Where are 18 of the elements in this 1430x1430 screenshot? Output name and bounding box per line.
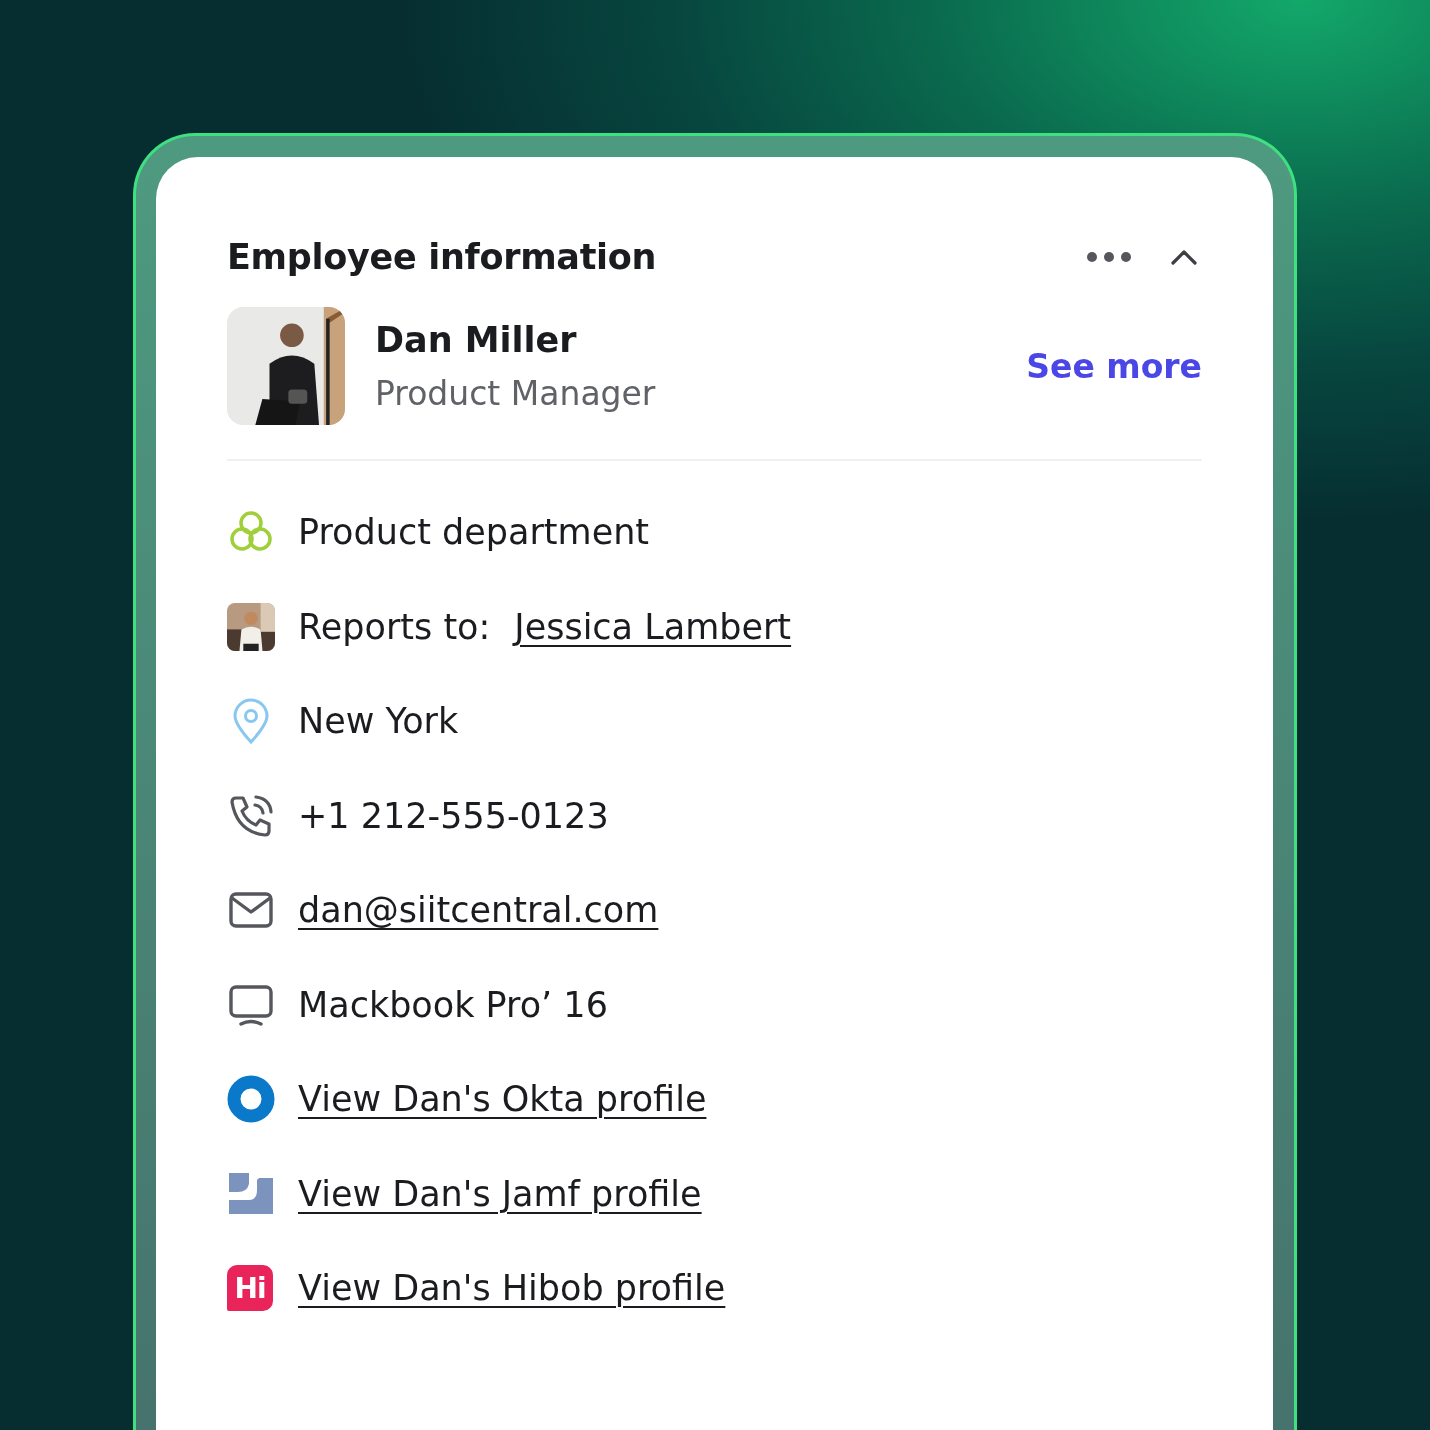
link[interactable]: View Dan's Hibob profile: [298, 1268, 726, 1309]
field-label: Reports to:: [298, 606, 491, 647]
link[interactable]: dan@siitcentral.com: [298, 890, 659, 931]
link[interactable]: View Dan's Jamf profile: [298, 1173, 702, 1214]
speech-logo-icon: Hi: [227, 1265, 273, 1312]
detail-text: New York: [298, 701, 459, 742]
detail-text: Product department: [298, 512, 650, 553]
more-button[interactable]: [1086, 251, 1132, 263]
collapse-button[interactable]: [1170, 248, 1198, 266]
see-more-link[interactable]: See more: [1026, 346, 1202, 386]
ring-logo-icon: [227, 1075, 275, 1124]
detail-text: Mackbook Pro’ 16: [298, 984, 608, 1025]
card-title: Employee information: [227, 237, 657, 277]
link[interactable]: Jessica Lambert: [514, 606, 792, 647]
employee-name: Dan Miller: [375, 319, 578, 360]
link[interactable]: View Dan's Okta profile: [298, 1079, 707, 1120]
detail-text: +1 212-555-0123: [298, 795, 609, 836]
job-title: Product Manager: [375, 373, 657, 413]
